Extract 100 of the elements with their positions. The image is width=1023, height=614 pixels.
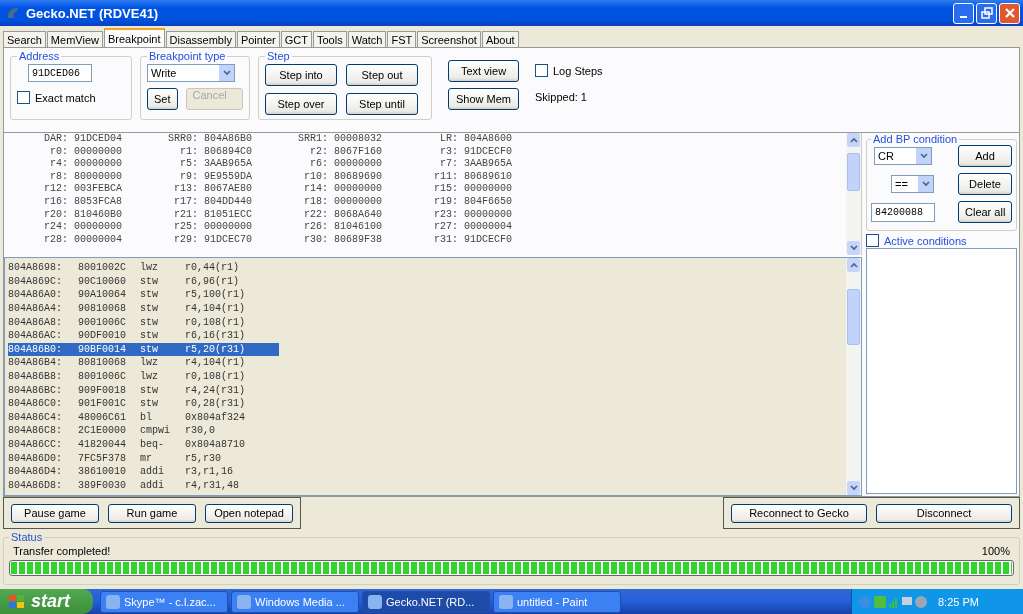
disassembly-line[interactable]: 804A8698: 8001002C lwz r0,44(r1) — [8, 261, 279, 275]
register-value: r18: 00000000 — [302, 195, 382, 209]
caret-icon — [919, 153, 928, 159]
disassembly-line[interactable]: 804A86B8: 8001006C lwz r0,108(r1) — [8, 369, 279, 384]
disassembly-line[interactable]: 804A86D0: 7FC5F378 mr r5,r30 — [8, 451, 279, 465]
register-dropdown[interactable]: CR — [874, 147, 932, 165]
register-value: r10: 80689690 — [302, 170, 382, 184]
log-steps-checkbox[interactable]: Log Steps — [535, 64, 603, 77]
register-value: r31: 91DCECF0 — [432, 233, 512, 247]
step-button[interactable]: Step out — [346, 64, 418, 86]
register-value: SRR0: 804A86B0 — [166, 133, 252, 146]
scrollbar[interactable] — [846, 258, 861, 495]
disassembly-line[interactable]: 804A86CC: 41820044 beq- 0x804a8710 — [8, 437, 279, 452]
scroll-thumb[interactable] — [847, 152, 860, 191]
register-value: r30: 80689F38 — [302, 233, 382, 247]
tab[interactable]: Search — [3, 31, 46, 47]
group-label: Breakpoint type — [148, 50, 227, 62]
disassembly-line[interactable]: 804A86B4: 80810068 lwz r4,104(r1) — [8, 356, 279, 370]
taskbar-item[interactable]: Gecko.NET (RD... — [362, 590, 490, 613]
add-button[interactable]: Add — [958, 145, 1012, 167]
step-button[interactable]: Step over — [265, 93, 337, 115]
scroll-up-icon[interactable] — [847, 258, 860, 272]
register-value: r21: 81051ECC — [172, 208, 252, 222]
register-value: r8: 80000000 — [48, 170, 122, 184]
minimize-icon — [960, 16, 967, 18]
view-button[interactable]: Text view — [448, 60, 519, 82]
register-value: r19: 804F6650 — [432, 195, 512, 209]
view-button[interactable]: Show Mem — [448, 88, 519, 110]
taskbar-item[interactable]: untitled - Paint — [493, 590, 621, 613]
tab[interactable]: FST — [387, 31, 417, 47]
register-value: r2: 8067F160 — [308, 145, 382, 159]
active-conditions-checkbox[interactable]: Active conditions — [866, 234, 1017, 247]
tab[interactable]: MemView — [46, 31, 103, 47]
register-value: r5: 3AAB965A — [178, 158, 252, 171]
scrollbar[interactable] — [846, 133, 861, 255]
clear-all-button[interactable]: Clear all — [958, 201, 1012, 223]
register-value: r1: 806894C0 — [178, 145, 252, 159]
register-value: DAR: 91DCED04 — [42, 133, 122, 146]
register-value: r15: 00000000 — [432, 183, 512, 196]
breakpoint-type-dropdown[interactable]: Write — [147, 64, 235, 82]
disassembly-line[interactable]: 804A86C0: 901F001C stw r0,28(r31) — [8, 396, 279, 411]
delete-button[interactable]: Delete — [958, 173, 1012, 195]
clock: 8:25 PM — [938, 595, 979, 608]
tab[interactable]: Screenshot — [417, 31, 481, 47]
disassembly-line[interactable]: 804A86D4: 38610010 addi r3,r1,16 — [8, 464, 279, 479]
disassembly-line[interactable]: 804A86A4: 90810068 stw r4,104(r1) — [8, 301, 279, 316]
register-value: SRR1: 00008032 — [296, 133, 382, 146]
disassembly-line[interactable]: 804A86AC: 90DF0010 stw r6,16(r31) — [8, 328, 279, 343]
disassembly-line[interactable]: 804A86D8: 389F0030 addi r4,r31,48 — [8, 478, 279, 493]
window-title: Gecko.NET (RDVE41) — [26, 5, 160, 21]
condition-value-field[interactable]: 84200088 — [871, 202, 935, 222]
taskbar-item[interactable]: Windows Media ... — [231, 590, 359, 613]
group-label: Add BP condition — [872, 133, 959, 145]
register-value: r11: 80689610 — [432, 170, 512, 184]
register-value: r29: 91DCEC70 — [172, 233, 252, 247]
operator-dropdown[interactable]: == — [891, 175, 934, 193]
scroll-down-icon[interactable] — [847, 241, 860, 255]
register-value: r22: 8068A640 — [302, 208, 382, 222]
connection-button[interactable]: Disconnect — [876, 503, 1012, 523]
tab[interactable]: Breakpoint — [103, 28, 165, 47]
game-button[interactable]: Pause game — [11, 503, 99, 523]
register-value: LR: 804A8600 — [438, 133, 512, 146]
disassembly-line[interactable]: 804A86A0: 90A10064 stw r5,100(r1) — [8, 288, 279, 302]
set-button[interactable]: Set — [147, 88, 178, 110]
connection-button[interactable]: Reconnect to Gecko — [731, 503, 867, 523]
restore-icon — [980, 7, 993, 19]
disassembly-line[interactable]: 804A86C4: 48006C61 bl 0x804af324 — [8, 410, 279, 425]
register-value: r17: 804DD440 — [172, 195, 252, 209]
disassembly-line[interactable]: 804A86A8: 9001006C stw r0,108(r1) — [8, 315, 279, 329]
game-button[interactable]: Open notepad — [205, 503, 293, 523]
minimize-button[interactable] — [953, 2, 974, 24]
register-value: r7: 3AAB965A — [438, 158, 512, 171]
tab[interactable]: GCT — [280, 31, 312, 47]
register-value: r14: 00000000 — [302, 183, 382, 196]
step-button[interactable]: Step until — [346, 93, 418, 115]
scroll-up-icon[interactable] — [847, 133, 860, 147]
progress-percent: 100% — [981, 545, 1010, 557]
restore-button[interactable] — [976, 2, 997, 24]
register-value: r28: 00000004 — [42, 233, 122, 247]
disassembly-line[interactable]: 804A86BC: 909F0018 stw r4,24(r31) — [8, 383, 279, 397]
register-value: r4: 00000000 — [48, 158, 122, 171]
close-button[interactable] — [999, 2, 1020, 24]
scroll-thumb[interactable] — [847, 288, 860, 345]
tab[interactable]: Tools — [313, 31, 347, 47]
tab[interactable]: Watch — [347, 31, 387, 47]
game-button[interactable]: Run game — [108, 503, 196, 523]
register-value: r0: 00000000 — [48, 145, 122, 159]
tab[interactable]: Pointer — [236, 31, 280, 47]
tab[interactable]: About — [481, 31, 519, 47]
register-value: r26: 81046100 — [302, 221, 382, 234]
scroll-down-icon[interactable] — [847, 481, 860, 495]
disassembly-line[interactable]: 804A86C8: 2C1E0000 cmpwi r30,0 — [8, 424, 279, 438]
disassembly-line[interactable]: 804A869C: 90C10060 stw r6,96(r1) — [8, 274, 279, 289]
caret-icon — [222, 70, 231, 76]
taskbar-item[interactable]: Skype™ - c.l.zac... — [100, 590, 228, 613]
tab[interactable]: Disassembly — [165, 31, 236, 47]
exact-match-checkbox[interactable]: Exact match — [17, 91, 125, 104]
step-button[interactable]: Step into — [265, 64, 337, 86]
register-value: r16: 8053FCA8 — [42, 195, 122, 209]
address-field[interactable]: 91DCED06 — [28, 64, 92, 82]
